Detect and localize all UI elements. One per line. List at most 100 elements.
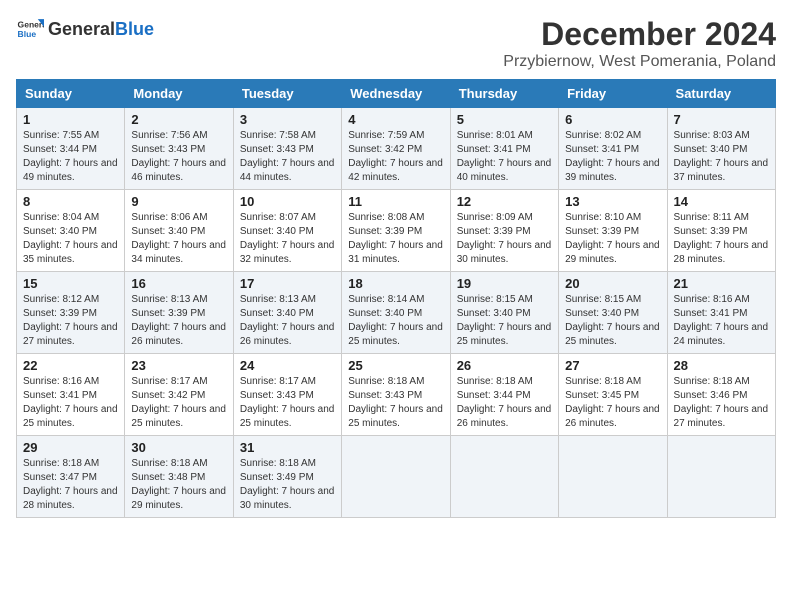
calendar-week-row: 22Sunrise: 8:16 AMSunset: 3:41 PMDayligh…: [17, 354, 776, 436]
day-info: Sunrise: 8:18 AMSunset: 3:46 PMDaylight:…: [674, 375, 769, 431]
day-number: 11: [348, 194, 443, 209]
header-friday: Friday: [559, 80, 667, 108]
calendar-day-cell: 3 Sunrise: 7:58 AMSunset: 3:43 PMDaylight…: [233, 108, 341, 190]
calendar-day-cell: 7Sunrise: 8:03 AMSunset: 3:40 PMDaylight…: [667, 108, 775, 190]
day-info: Sunrise: 8:10 AMSunset: 3:39 PMDaylight:…: [565, 211, 660, 267]
calendar-day-cell: 17Sunrise: 8:13 AMSunset: 3:40 PMDayligh…: [233, 272, 341, 354]
day-number: 5: [457, 112, 552, 127]
title-area: December 2024 Przybiernow, West Pomerani…: [503, 16, 776, 71]
day-number: 22: [23, 358, 118, 373]
day-info: Sunrise: 8:08 AMSunset: 3:39 PMDaylight:…: [348, 211, 443, 267]
calendar-day-cell: 1Sunrise: 7:55 AMSunset: 3:44 PMDaylight…: [17, 108, 125, 190]
day-number: 20: [565, 276, 660, 291]
day-info: Sunrise: 8:18 AMSunset: 3:45 PMDaylight:…: [565, 375, 660, 431]
calendar-header-row: SundayMondayTuesdayWednesdayThursdayFrid…: [17, 80, 776, 108]
calendar-day-cell: 26 Sunrise: 8:18 AMSunset: 3:44 PMDayligh…: [450, 354, 558, 436]
day-number: 29: [23, 440, 118, 455]
day-number: 24: [240, 358, 335, 373]
day-number: 13: [565, 194, 660, 209]
day-info: Sunrise: 7:58 AMSunset: 3:43 PMDaylight:…: [240, 129, 335, 185]
calendar-week-row: 8 Sunrise: 8:04 AMSunset: 3:40 PMDaylight…: [17, 190, 776, 272]
day-info: Sunrise: 8:07 AMSunset: 3:40 PMDaylight:…: [240, 211, 335, 267]
calendar-day-cell: 18 Sunrise: 8:14 AMSunset: 3:40 PMDayligh…: [342, 272, 450, 354]
day-number: 2: [131, 112, 226, 127]
header: General Blue GeneralBlue December 2024 P…: [16, 16, 776, 71]
calendar-day-cell: 14 Sunrise: 8:11 AMSunset: 3:39 PMDayligh…: [667, 190, 775, 272]
calendar-day-cell: 25 Sunrise: 8:18 AMSunset: 3:43 PMDayligh…: [342, 354, 450, 436]
day-info: Sunrise: 8:18 AMSunset: 3:43 PMDaylight:…: [348, 375, 443, 431]
calendar-day-cell: [450, 436, 558, 518]
day-info: Sunrise: 8:17 AMSunset: 3:43 PMDaylight:…: [240, 375, 335, 431]
day-number: 7: [674, 112, 769, 127]
day-info: Sunrise: 8:13 AMSunset: 3:39 PMDaylight:…: [131, 293, 226, 349]
day-number: 21: [674, 276, 769, 291]
day-number: 18: [348, 276, 443, 291]
calendar-day-cell: 12 Sunrise: 8:09 AMSunset: 3:39 PMDayligh…: [450, 190, 558, 272]
day-number: 31: [240, 440, 335, 455]
day-number: 23: [131, 358, 226, 373]
calendar-day-cell: 28 Sunrise: 8:18 AMSunset: 3:46 PMDayligh…: [667, 354, 775, 436]
calendar-table: SundayMondayTuesdayWednesdayThursdayFrid…: [16, 79, 776, 518]
day-info: Sunrise: 8:09 AMSunset: 3:39 PMDaylight:…: [457, 211, 552, 267]
calendar-day-cell: 6 Sunrise: 8:02 AMSunset: 3:41 PMDaylight…: [559, 108, 667, 190]
day-info: Sunrise: 8:18 AMSunset: 3:44 PMDaylight:…: [457, 375, 552, 431]
calendar-day-cell: 23Sunrise: 8:17 AMSunset: 3:42 PMDayligh…: [125, 354, 233, 436]
day-info: Sunrise: 8:02 AMSunset: 3:41 PMDaylight:…: [565, 129, 660, 185]
calendar-day-cell: 4 Sunrise: 7:59 AMSunset: 3:42 PMDaylight…: [342, 108, 450, 190]
day-number: 6: [565, 112, 660, 127]
day-info: Sunrise: 8:14 AMSunset: 3:40 PMDaylight:…: [348, 293, 443, 349]
calendar-day-cell: 8 Sunrise: 8:04 AMSunset: 3:40 PMDaylight…: [17, 190, 125, 272]
calendar-day-cell: 16Sunrise: 8:13 AMSunset: 3:39 PMDayligh…: [125, 272, 233, 354]
header-tuesday: Tuesday: [233, 80, 341, 108]
day-number: 15: [23, 276, 118, 291]
day-info: Sunrise: 8:01 AMSunset: 3:41 PMDaylight:…: [457, 129, 552, 185]
day-info: Sunrise: 8:16 AMSunset: 3:41 PMDaylight:…: [674, 293, 769, 349]
calendar-day-cell: 22Sunrise: 8:16 AMSunset: 3:41 PMDayligh…: [17, 354, 125, 436]
calendar-week-row: 1Sunrise: 7:55 AMSunset: 3:44 PMDaylight…: [17, 108, 776, 190]
calendar-day-cell: 2 Sunrise: 7:56 AMSunset: 3:43 PMDaylight…: [125, 108, 233, 190]
day-number: 19: [457, 276, 552, 291]
day-number: 25: [348, 358, 443, 373]
calendar-day-cell: 15 Sunrise: 8:12 AMSunset: 3:39 PMDayligh…: [17, 272, 125, 354]
day-info: Sunrise: 8:18 AMSunset: 3:49 PMDaylight:…: [240, 457, 335, 513]
calendar-day-cell: 21 Sunrise: 8:16 AMSunset: 3:41 PMDayligh…: [667, 272, 775, 354]
calendar-day-cell: 19Sunrise: 8:15 AMSunset: 3:40 PMDayligh…: [450, 272, 558, 354]
location-title: Przybiernow, West Pomerania, Poland: [503, 53, 776, 71]
logo: General Blue GeneralBlue: [16, 16, 154, 44]
day-info: Sunrise: 8:12 AMSunset: 3:39 PMDaylight:…: [23, 293, 118, 349]
calendar-day-cell: [667, 436, 775, 518]
calendar-day-cell: [342, 436, 450, 518]
logo-text: GeneralBlue: [48, 20, 154, 40]
calendar-day-cell: 13 Sunrise: 8:10 AMSunset: 3:39 PMDayligh…: [559, 190, 667, 272]
day-info: Sunrise: 7:59 AMSunset: 3:42 PMDaylight:…: [348, 129, 443, 185]
calendar-week-row: 15 Sunrise: 8:12 AMSunset: 3:39 PMDayligh…: [17, 272, 776, 354]
day-info: Sunrise: 8:06 AMSunset: 3:40 PMDaylight:…: [131, 211, 226, 267]
month-title: December 2024: [503, 16, 776, 53]
calendar-day-cell: 24 Sunrise: 8:17 AMSunset: 3:43 PMDayligh…: [233, 354, 341, 436]
calendar-day-cell: 10 Sunrise: 8:07 AMSunset: 3:40 PMDayligh…: [233, 190, 341, 272]
day-info: Sunrise: 7:56 AMSunset: 3:43 PMDaylight:…: [131, 129, 226, 185]
header-saturday: Saturday: [667, 80, 775, 108]
day-number: 4: [348, 112, 443, 127]
day-info: Sunrise: 8:11 AMSunset: 3:39 PMDaylight:…: [674, 211, 769, 267]
header-wednesday: Wednesday: [342, 80, 450, 108]
day-number: 10: [240, 194, 335, 209]
day-number: 17: [240, 276, 335, 291]
day-number: 8: [23, 194, 118, 209]
day-number: 26: [457, 358, 552, 373]
calendar-day-cell: 20 Sunrise: 8:15 AMSunset: 3:40 PMDayligh…: [559, 272, 667, 354]
calendar-day-cell: 31 Sunrise: 8:18 AMSunset: 3:49 PMDayligh…: [233, 436, 341, 518]
calendar-day-cell: 30Sunrise: 8:18 AMSunset: 3:48 PMDayligh…: [125, 436, 233, 518]
day-number: 30: [131, 440, 226, 455]
day-number: 14: [674, 194, 769, 209]
day-info: Sunrise: 8:04 AMSunset: 3:40 PMDaylight:…: [23, 211, 118, 267]
day-info: Sunrise: 8:15 AMSunset: 3:40 PMDaylight:…: [565, 293, 660, 349]
day-number: 12: [457, 194, 552, 209]
header-thursday: Thursday: [450, 80, 558, 108]
calendar-day-cell: 27Sunrise: 8:18 AMSunset: 3:45 PMDayligh…: [559, 354, 667, 436]
day-info: Sunrise: 7:55 AMSunset: 3:44 PMDaylight:…: [23, 129, 118, 185]
calendar-day-cell: 11 Sunrise: 8:08 AMSunset: 3:39 PMDayligh…: [342, 190, 450, 272]
calendar-day-cell: [559, 436, 667, 518]
day-number: 3: [240, 112, 335, 127]
day-number: 28: [674, 358, 769, 373]
